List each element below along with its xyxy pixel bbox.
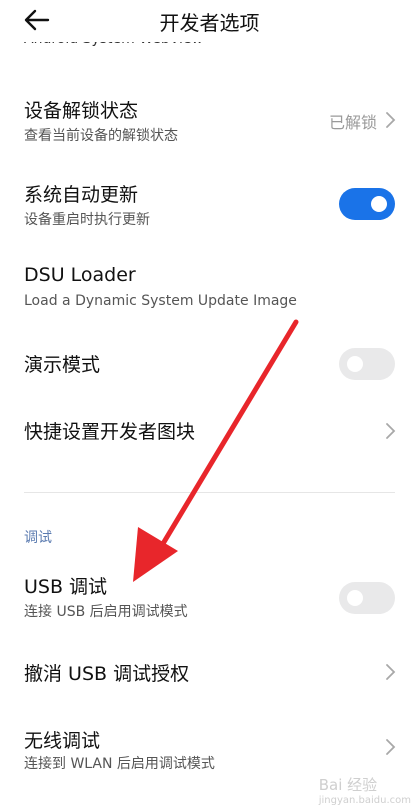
row-title: 系统自动更新 [24,184,139,206]
row-subtitle: 连接 USB 后启用调试模式 [24,604,188,620]
row-title: 撤消 USB 调试授权 [24,663,190,685]
section-divider [24,492,395,493]
row-subtitle: 设备重启时执行更新 [24,212,150,228]
section-label-debug: 调试 [24,530,52,546]
row-subtitle: Load a Dynamic System Update Image [24,293,297,309]
chevron-right-icon [386,423,396,439]
row-title: 设备解锁状态 [24,100,139,122]
watermark: Bai 经验 jingyan.baidu.com [318,776,411,806]
usb-debugging-toggle[interactable] [339,582,395,614]
row-quick-settings-tiles[interactable]: 快捷设置开发者图块 [0,408,419,452]
row-subtitle: 连接到 WLAN 后启用调试模式 [24,756,215,772]
demo-mode-toggle[interactable] [339,348,395,380]
toggle-knob [347,590,363,606]
toggle-knob [347,356,363,372]
row-title: USB 调试 [24,576,108,598]
row-title: DSU Loader [24,264,136,286]
row-device-unlock-status[interactable]: 设备解锁状态 查看当前设备的解锁状态 已解锁 [0,90,419,160]
toggle-knob [371,196,387,212]
row-subtitle: 查看当前设备的解锁状态 [24,128,178,144]
page-title: 开发者选项 [159,11,260,35]
row-title: 快捷设置开发者图块 [24,421,196,443]
unlock-status-value: 已解锁 [328,113,377,132]
row-dsu-loader[interactable]: DSU Loader Load a Dynamic System Update … [0,258,419,328]
top-bar: 开发者选项 [0,0,419,42]
row-revoke-usb-authorizations[interactable]: 撤消 USB 调试授权 [0,650,419,694]
row-usb-debugging: USB 调试 连接 USB 后启用调试模式 [0,566,419,636]
chevron-right-icon [386,112,396,128]
row-title: 无线调试 [24,730,101,752]
auto-update-toggle[interactable] [339,188,395,220]
chevron-right-icon [386,739,396,755]
row-auto-system-update: 系统自动更新 设备重启时执行更新 [0,174,419,244]
row-demo-mode: 演示模式 [0,342,419,386]
chevron-right-icon [386,664,396,680]
row-title: 演示模式 [24,354,101,376]
